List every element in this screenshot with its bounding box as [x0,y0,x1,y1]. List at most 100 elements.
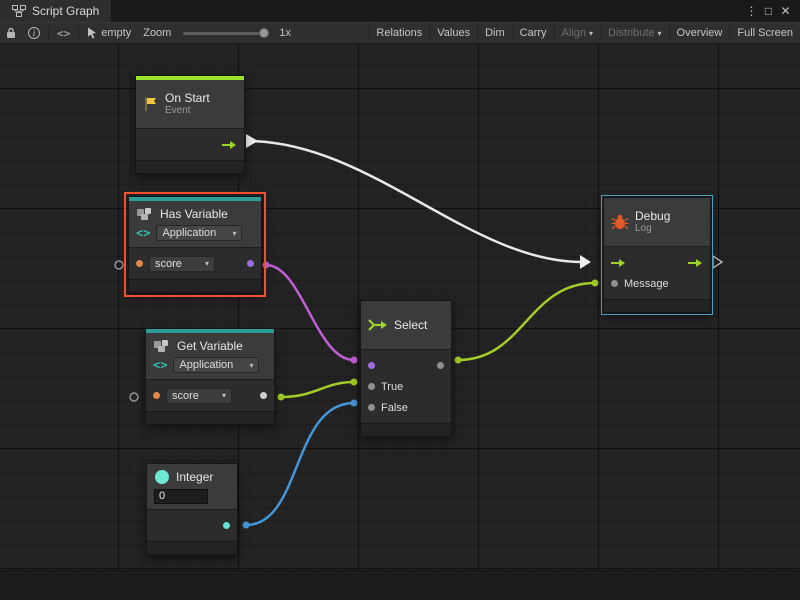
node-title: Has Variable [160,207,228,221]
true-input-port[interactable] [368,383,375,390]
titlebar-controls: ⋮ □ ✕ [743,0,800,22]
variables-icon [136,208,154,221]
wire-endpoint [263,262,270,269]
node-get-variable[interactable]: Get Variable <> Application ▾ score ▾ [145,328,275,425]
node-title: Get Variable [177,339,243,353]
int-output-port[interactable] [223,522,230,529]
wire-endpoint [455,357,462,364]
values-button[interactable]: Values [429,23,477,43]
node-footer [361,423,451,436]
node-footer [129,279,261,292]
control-input-port-icon[interactable] [611,258,626,268]
fullscreen-button[interactable]: Full Screen [729,23,800,43]
select-icon [368,317,388,333]
variable-kind-icon: <> [136,226,150,240]
zoom-control: Zoom 1x [137,23,297,43]
name-input-port[interactable] [136,260,143,267]
message-input-port[interactable] [611,280,618,287]
wire-hasvariable-to-select[interactable] [266,265,354,360]
graph-canvas[interactable]: On Start Event [0,44,800,600]
overview-label: Overview [677,27,723,39]
node-subtitle: Log [635,223,670,235]
distribute-button[interactable]: Distribute▾ [600,23,668,43]
control-output-port-icon[interactable] [688,258,703,268]
chevron-down-icon: ▾ [205,259,209,268]
node-footer [147,541,237,554]
zoom-value: 1x [279,27,291,39]
variable-dropdown[interactable]: score ▾ [149,256,215,272]
integer-value-field[interactable]: 0 [154,489,208,504]
align-button[interactable]: Align▾ [554,23,600,43]
wire-getvariable-to-select-true[interactable] [281,382,354,397]
script-graph-window: Script Graph ⋮ □ ✕ i <> empty [0,0,800,600]
toolbar-separator [48,26,49,40]
menu-icon[interactable]: ⋮ [743,4,760,18]
wire-onstart-to-debuglog[interactable] [247,141,582,262]
node-title: On Start [165,91,210,105]
wire-endpoint [351,357,358,364]
wire-endpoint [351,400,358,407]
tab-script-graph[interactable]: Script Graph [0,0,111,22]
bool-output-port[interactable] [247,260,254,267]
zoom-slider-knob[interactable] [259,28,269,38]
variable-dropdown[interactable]: score ▾ [166,388,232,404]
node-on-start[interactable]: On Start Event [135,75,245,174]
unconnected-control-output-debuglog[interactable] [713,256,722,268]
node-footer [146,411,274,424]
variable-value: score [155,258,182,270]
node-title: Integer [176,470,213,484]
lock-button[interactable] [0,23,22,43]
relations-button[interactable]: Relations [368,23,429,43]
unconnected-port-hasvariable[interactable] [115,261,123,269]
align-label: Align [562,27,586,39]
node-footer [604,299,710,312]
scope-value: Application [162,227,216,239]
variable-value: score [172,390,199,402]
variable-kind-icon: <> [153,358,167,372]
wire-endpoint [243,522,250,529]
close-icon[interactable]: ✕ [777,4,794,18]
false-input-port[interactable] [368,404,375,411]
zoom-slider[interactable] [183,32,267,35]
values-label: Values [437,27,470,39]
selection-status: empty [81,23,137,43]
maximize-icon[interactable]: □ [760,4,777,18]
wire-endpoint [278,394,285,401]
inspect-button[interactable]: i [22,23,46,43]
node-select[interactable]: Select True False [360,300,452,437]
wire-select-to-debuglog-message[interactable] [458,283,595,360]
name-input-port[interactable] [153,392,160,399]
node-title: Select [394,318,427,332]
scope-dropdown[interactable]: Application ▾ [173,357,259,373]
node-integer[interactable]: Integer 0 [146,463,238,555]
code-preview-button[interactable]: <> [51,23,76,43]
node-footer [136,160,244,173]
unconnected-port-getvariable[interactable] [130,393,138,401]
toolbar-buttons: Relations Values Dim Carry Align▾ Distri… [368,23,800,43]
graph-toolbar: i <> empty Zoom 1x Relations Values Dim … [0,22,800,44]
message-label: Message [624,278,669,290]
selection-output-port[interactable] [437,362,444,369]
chevron-down-icon: ▾ [589,29,593,38]
chevron-down-icon: ▾ [232,229,236,238]
distribute-label: Distribute [608,27,654,39]
code-icon: <> [57,27,70,40]
dim-button[interactable]: Dim [477,23,512,43]
carry-button[interactable]: Carry [512,23,554,43]
toolbar-separator [78,26,79,40]
condition-input-port[interactable] [368,362,375,369]
integer-icon [154,469,170,485]
value-output-port[interactable] [260,392,267,399]
control-output-port-icon[interactable] [222,140,237,150]
node-has-variable[interactable]: Has Variable <> Application ▾ score ▾ [128,196,262,293]
false-label: False [381,402,408,414]
scope-value: Application [179,359,233,371]
true-label: True [381,381,403,393]
scope-dropdown[interactable]: Application ▾ [156,225,242,241]
zoom-label: Zoom [143,27,171,39]
node-debug-log[interactable]: Debug Log [603,197,711,313]
overview-button[interactable]: Overview [669,23,730,43]
relations-label: Relations [376,27,422,39]
info-icon: i [28,27,40,39]
canvas-boundary [0,570,800,600]
